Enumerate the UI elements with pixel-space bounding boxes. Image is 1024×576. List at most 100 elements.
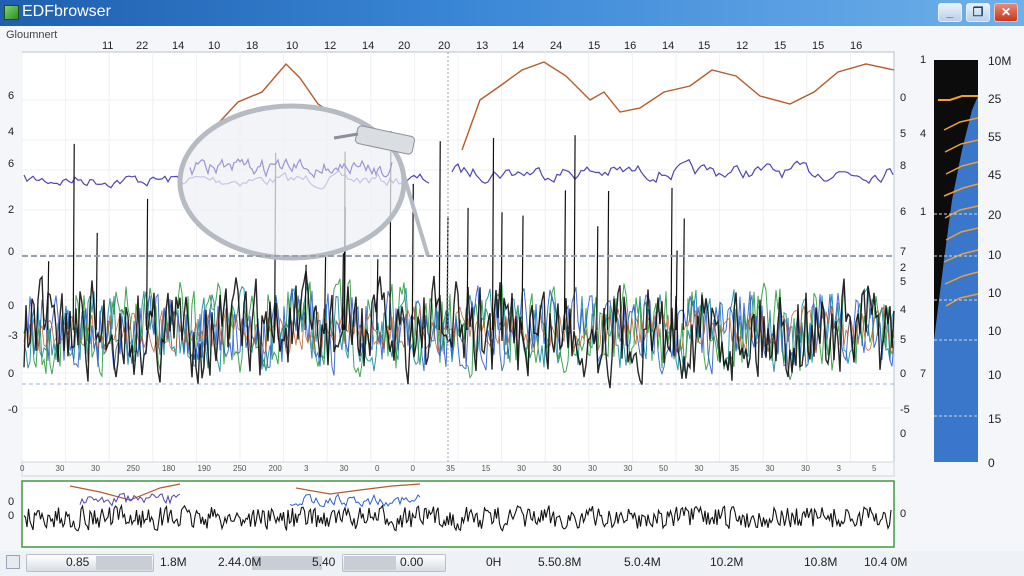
time-tick-label: 18 [246,40,259,52]
ruler-tick-label: 3 [836,464,841,473]
time-tick-label: 15 [774,40,787,52]
scale-value-label: 55 [988,130,1002,144]
ruler-tick-label: 30 [801,464,810,473]
ruler-tick-label: 5 [872,464,877,473]
time-tick-label: 14 [362,40,375,52]
time-tick-label: 24 [550,40,563,52]
overview-label: 0 [8,510,15,522]
minimize-icon: _ [946,5,954,19]
channel-scale-label: 0 [900,92,907,104]
channel-scale-label: 1 [920,206,927,218]
amplitude-label: -3 [8,330,18,342]
channel-scale-label: 0 [900,368,907,380]
time-tick-label: 12 [324,40,337,52]
ruler-tick-label: 30 [623,464,633,473]
channel-scale-label: 4 [900,304,907,316]
ruler-tick-label: 30 [765,464,775,473]
signal-viewer[interactable]: Gloumnert 11 22 14 10 18 10 12 14 20 20 13 14 24 15 16… [0,26,1024,576]
channel-scale-label: 5 [900,128,907,140]
time-tick-label: 14 [172,40,185,52]
ruler-tick-label: 30 [339,464,349,473]
ruler-tick-label: 15 [481,464,491,473]
scale-value-label: 10M [988,54,1012,68]
channel-scale-label: 7 [900,246,907,258]
ruler-tick-label: 30 [517,464,526,473]
scale-value-label: 25 [988,92,1002,106]
ruler-tick-label: 180 [162,464,176,473]
amplitude-label: 6 [8,158,15,170]
ruler-tick-label: 250 [233,464,247,473]
amplitude-label: 0 [8,368,15,380]
app-icon [4,5,19,20]
bottom-time-label: 0.85 [66,555,90,569]
bottom-time-label: 5.0.4M [624,555,661,569]
nav-icon[interactable] [6,555,20,569]
bottom-time-label: 1.8M [160,555,187,569]
scale-value-label: 45 [988,168,1002,182]
time-tick-label: 15 [698,40,711,52]
amplitude-label: 2 [8,204,15,216]
time-tick-label: 20 [438,40,451,52]
blurred-field-1 [96,556,152,570]
bottom-time-label: 10.8M [804,555,838,569]
amplitude-label: 0 [8,300,15,312]
scale-value-label: 10 [988,286,1002,300]
channel-scale-label: 0 [900,428,907,440]
time-tick-label: 22 [136,40,149,52]
time-tick-label: 14 [662,40,675,52]
ruler-tick-label: 35 [446,464,455,473]
amplitude-label: -0 [8,404,18,416]
time-tick-label: 11 [102,40,114,52]
time-tick-label: 14 [512,40,525,52]
signal-canvas[interactable] [0,26,1024,576]
ruler-tick-label: 30 [694,464,704,473]
ruler-tick-label: 0 [375,464,380,473]
scale-value-label: 10 [988,368,1002,382]
overview-label: 0 [8,496,15,508]
time-tick-label: 20 [398,40,411,52]
ruler-tick-label: 0 [20,464,25,473]
time-tick-label: 10 [286,40,299,52]
bottom-time-label: 0.00 [400,555,424,569]
ruler-tick-label: 3 [304,464,309,473]
close-button[interactable]: ✕ [994,3,1018,22]
ruler-tick-label: 30 [55,464,65,473]
maximize-button[interactable]: ❐ [966,3,990,22]
scale-value-label: 20 [988,208,1002,222]
bottom-time-label: 10.2M [710,555,744,569]
close-icon: ✕ [1000,5,1012,19]
window-title: EDFbrowser [22,3,111,20]
time-tick-label: 10 [208,40,221,52]
ruler-tick-label: 30 [91,464,100,473]
time-tick-label: 16 [850,40,863,52]
overview-label: 0 [900,508,907,520]
blurred-field-3 [344,556,396,570]
channel-scale-label: 7 [920,368,927,380]
time-tick-label: 12 [736,40,749,52]
maximize-icon: ❐ [972,5,984,19]
time-tick-label: 16 [624,40,637,52]
bottom-time-label: 0H [486,555,502,569]
channel-scale-label: 2 [900,262,907,274]
ruler-tick-label: 250 [126,464,140,473]
plot-grid [21,52,894,464]
time-tick-label: 15 [812,40,825,52]
channel-label: Gloumnert [6,29,58,41]
ruler-tick-label: 50 [659,464,668,473]
time-ruler [21,461,895,477]
channel-scale-label: -5 [900,404,910,416]
bottom-time-label: 2.44.0M [218,555,262,569]
scale-value-label: 15 [988,412,1002,426]
amplitude-label: 4 [8,126,15,138]
channel-scale-label: 1 [920,54,927,66]
channel-scale-label: 5 [900,276,907,288]
amplitude-scale [934,60,979,462]
bottom-time-label: 5.40 [312,555,336,569]
channel-scale-label: 8 [900,160,907,172]
minimize-button[interactable]: _ [938,3,962,22]
time-tick-label: 13 [476,40,489,52]
ruler-tick-label: 0 [410,464,415,473]
scale-value-label: 10 [988,324,1002,338]
scale-value-label: 0 [988,456,995,470]
bottom-time-label: 10.4 0M [864,555,908,569]
